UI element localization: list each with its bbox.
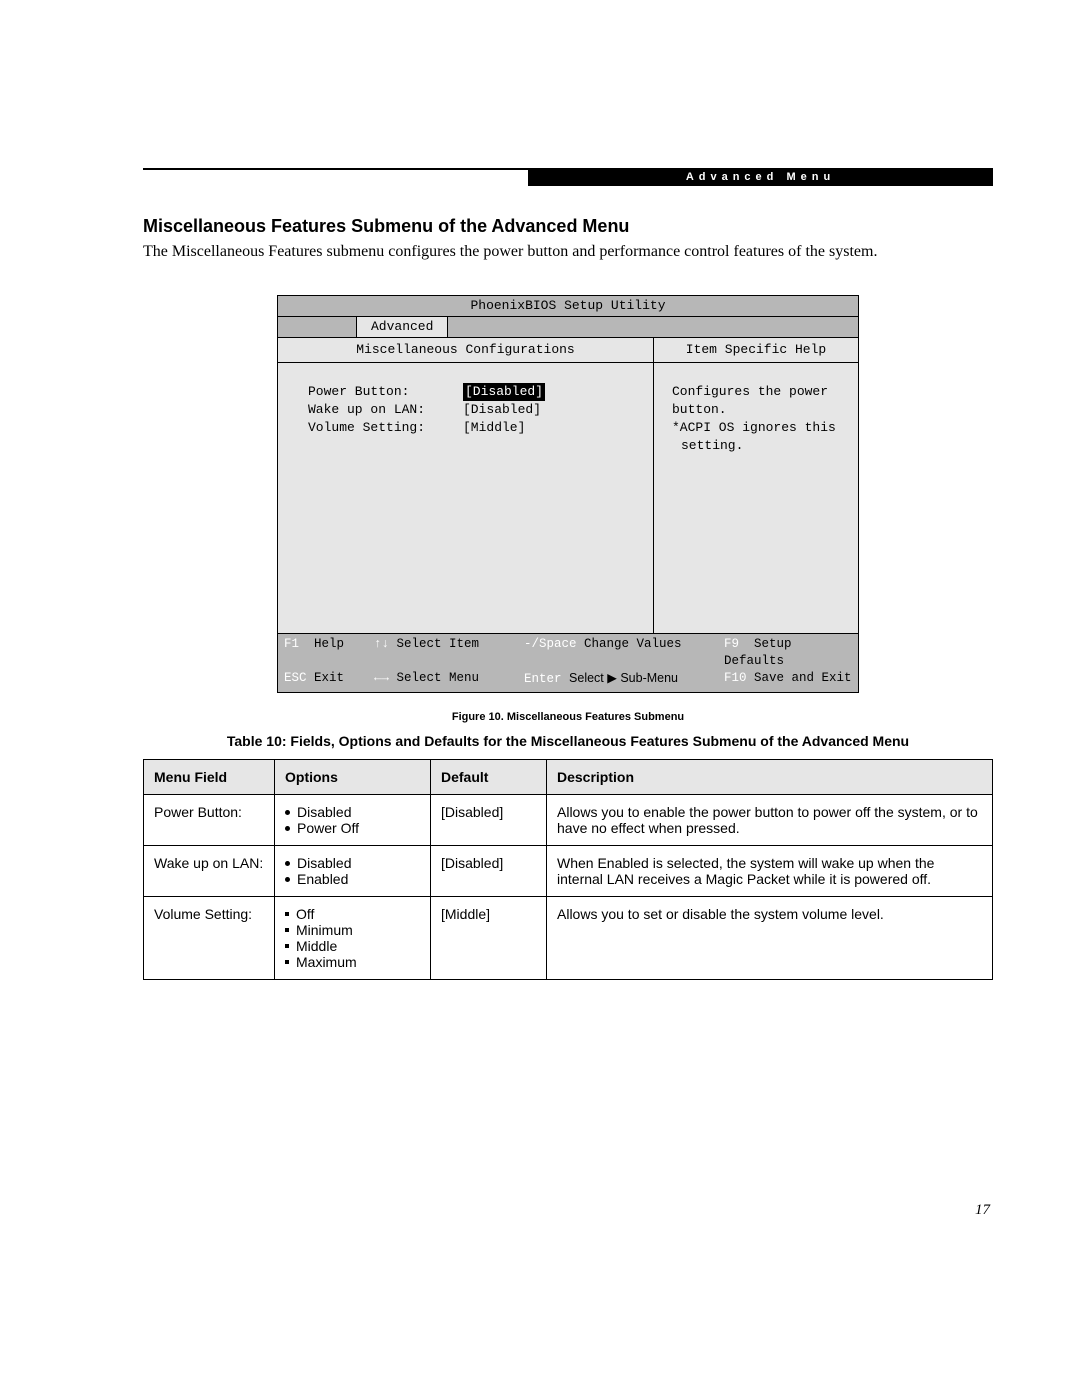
bios-field-value[interactable]: [Disabled] [463,401,541,419]
bios-key: F10 [724,671,747,685]
table-header: Default [431,760,547,795]
bios-tab-advanced[interactable]: Advanced [356,317,448,337]
bios-key: ESC [284,671,307,685]
table-row: Wake up on LAN: Disabled Enabled [Disabl… [144,846,993,897]
bios-title: PhoenixBIOS Setup Utility [278,296,858,317]
section-intro: The Miscellaneous Features submenu confi… [143,243,993,261]
bios-field-label: Power Button: [308,383,463,401]
bios-help-line: setting. [672,437,840,455]
table-cell-description: Allows you to set or disable the system … [547,897,993,980]
option-item: Maximum [285,954,420,970]
table-cell-menu: Power Button: [144,795,275,846]
option-item: Enabled [285,871,420,887]
bios-field-value-selected[interactable]: [Disabled] [463,383,545,401]
table-caption: Table 10: Fields, Options and Defaults f… [143,733,993,749]
bios-help-line: Configures the power button. [672,383,840,419]
bios-key: Enter [524,672,562,686]
table-row: Power Button: Disabled Power Off [Disabl… [144,795,993,846]
page-number: 17 [975,1202,990,1219]
section-tag: Advanced Menu [528,168,993,186]
bios-field-volume-setting[interactable]: Volume Setting: [Middle] [308,419,643,437]
bios-fields: Power Button: [Disabled] Wake up on LAN:… [278,363,653,633]
bios-key-label: Select Item [397,637,480,651]
bios-field-wake-on-lan[interactable]: Wake up on LAN: [Disabled] [308,401,643,419]
bios-footer-row: F1 Help ↑↓ Select Item -/Space Change Va… [284,636,852,670]
section-heading: Miscellaneous Features Submenu of the Ad… [143,216,993,237]
table-header: Options [275,760,431,795]
table-cell-options: Disabled Enabled [275,846,431,897]
option-item: Disabled [285,855,420,871]
table-cell-description: When Enabled is selected, the system wil… [547,846,993,897]
bios-footer: F1 Help ↑↓ Select Item -/Space Change Va… [278,633,858,692]
table-cell-menu: Wake up on LAN: [144,846,275,897]
option-item: Power Off [285,820,420,836]
table-cell-menu: Volume Setting: [144,897,275,980]
bios-left-heading: Miscellaneous Configurations [278,338,653,363]
bios-screen: PhoenixBIOS Setup Utility Advanced Misce… [277,295,859,693]
bios-help-text: Configures the power button. *ACPI OS ig… [654,363,858,633]
bios-tab-bar: Advanced [278,317,858,338]
bios-key: F1 [284,637,299,651]
table-cell-options: Disabled Power Off [275,795,431,846]
table-cell-default: [Middle] [431,897,547,980]
bios-right-column: Item Specific Help Configures the power … [654,338,858,633]
table-cell-description: Allows you to enable the power button to… [547,795,993,846]
bios-field-power-button[interactable]: Power Button: [Disabled] [308,383,643,401]
bios-left-column: Miscellaneous Configurations Power Butto… [278,338,654,633]
bios-key-label: Help [314,637,344,651]
bios-right-heading: Item Specific Help [654,338,858,363]
bios-field-label: Volume Setting: [308,419,463,437]
bios-key-label: Change Values [584,637,682,651]
table-header: Menu Field [144,760,275,795]
option-item: Off [285,906,420,922]
bios-field-label: Wake up on LAN: [308,401,463,419]
option-item: Disabled [285,804,420,820]
fields-table: Menu Field Options Default Description P… [143,759,993,980]
bios-key-label: Exit [314,671,344,685]
table-cell-default: [Disabled] [431,795,547,846]
bios-key-label: Save and Exit [754,671,852,685]
body-column: Miscellaneous Features Submenu of the Ad… [143,216,993,980]
bios-key: -/Space [524,637,577,651]
bios-field-value[interactable]: [Middle] [463,419,525,437]
table-row: Volume Setting: Off Minimum Middle Maxim… [144,897,993,980]
bios-key: F9 [724,637,739,651]
figure-caption: Figure 10. Miscellaneous Features Submen… [143,711,993,723]
table-cell-options: Off Minimum Middle Maximum [275,897,431,980]
table-header-row: Menu Field Options Default Description [144,760,993,795]
document-page: Advanced Menu Miscellaneous Features Sub… [0,0,1080,1397]
table-header: Description [547,760,993,795]
bios-key-label: Select Menu [397,671,480,685]
bios-key: ↑↓ [374,637,389,651]
bios-footer-row: ESC Exit ←→ Select Menu Enter Select ▶ S… [284,670,852,688]
bios-key: ←→ [374,671,389,685]
table-cell-default: [Disabled] [431,846,547,897]
bios-key-label: Select ▶ Sub-Menu [569,671,678,685]
bios-help-line: *ACPI OS ignores this [672,419,840,437]
option-item: Middle [285,938,420,954]
option-item: Minimum [285,922,420,938]
